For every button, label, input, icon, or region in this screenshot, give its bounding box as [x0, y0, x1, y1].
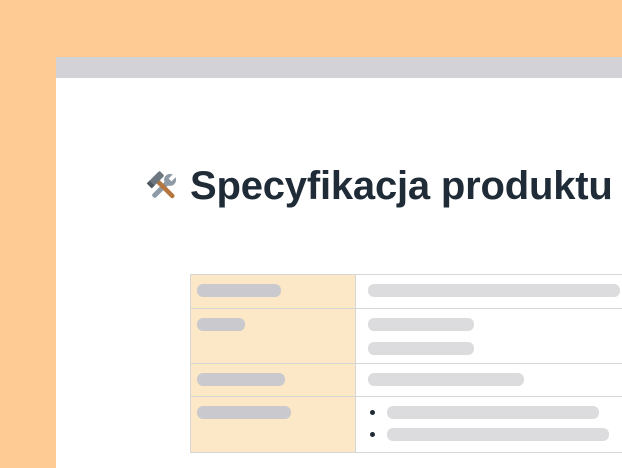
table-row	[190, 308, 622, 364]
table-key-cell[interactable]	[190, 274, 356, 309]
table-value-cell[interactable]	[355, 396, 622, 453]
bullet-icon	[370, 431, 375, 437]
hammer-and-wrench-icon	[146, 170, 177, 198]
value-bullet-list	[356, 401, 622, 445]
key-placeholder	[197, 284, 281, 297]
key-placeholder	[197, 373, 285, 386]
table-value-cell[interactable]	[355, 363, 622, 397]
table-value-cell[interactable]	[355, 274, 622, 309]
table-key-cell[interactable]	[190, 396, 356, 453]
page-title-text: Specyfikacja produktu	[190, 164, 613, 208]
value-placeholder	[368, 318, 474, 331]
table-row	[190, 274, 622, 309]
page-title: Specyfikacja produktu	[146, 164, 613, 209]
value-placeholder	[368, 342, 474, 355]
key-placeholder	[197, 406, 291, 419]
value-placeholder	[387, 405, 599, 419]
key-placeholder	[197, 318, 245, 331]
document-body: Specyfikacja produktu	[56, 78, 622, 468]
window-titlebar[interactable]	[56, 57, 622, 78]
table-key-cell[interactable]	[190, 363, 356, 397]
document-window: Specyfikacja produktu	[56, 57, 622, 468]
value-placeholder	[387, 427, 609, 441]
table-key-cell[interactable]	[190, 308, 356, 364]
table-row	[190, 363, 622, 397]
value-placeholder	[368, 373, 524, 386]
value-placeholder	[368, 284, 620, 297]
bullet-icon	[370, 409, 375, 415]
list-item	[356, 423, 622, 445]
table-value-cell[interactable]	[355, 308, 622, 364]
table-row	[190, 396, 622, 453]
spec-table	[190, 274, 622, 453]
list-item	[356, 401, 622, 423]
